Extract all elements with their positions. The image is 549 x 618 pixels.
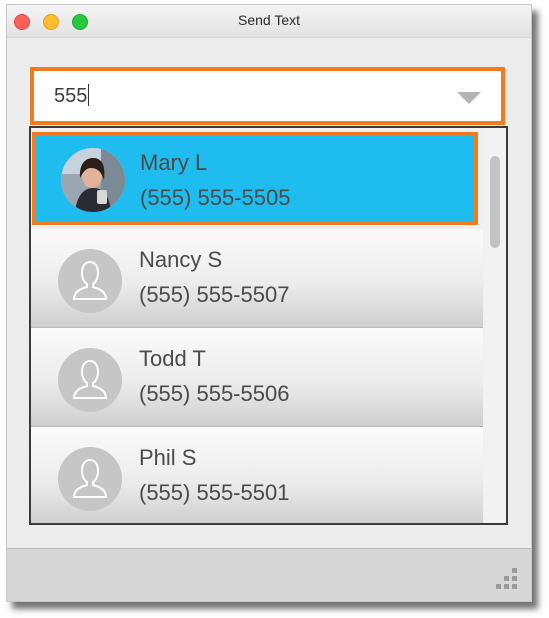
contact-name: Todd T [139, 346, 206, 371]
triangle-down-icon[interactable] [457, 92, 481, 104]
search-input[interactable]: 555 [54, 84, 90, 108]
person-placeholder-icon [58, 447, 122, 511]
contact-row-nancy-s[interactable]: Nancy S (555) 555-5507 [31, 229, 483, 328]
contact-phone: (555) 555-5507 [139, 282, 290, 307]
person-placeholder-icon [58, 249, 122, 313]
contact-row-phil-s[interactable]: Phil S (555) 555-5501 [31, 427, 483, 523]
resize-grip-icon[interactable] [495, 567, 519, 591]
contact-name: Mary L [140, 150, 208, 175]
window-footer [7, 548, 531, 601]
contact-phone: (555) 555-5506 [139, 381, 290, 406]
contact-photo-avatar [61, 148, 125, 212]
contact-phone: (555) 555-5505 [140, 185, 291, 210]
contact-row-mary-l[interactable]: Mary L (555) 555-5505 [32, 132, 478, 225]
scrollbar-thumb[interactable] [490, 156, 500, 248]
contact-row-todd-t[interactable]: Todd T (555) 555-5506 [31, 328, 483, 427]
send-text-window: Send Text 555 Mary L (555) 555-5505 Nanc… [6, 4, 532, 602]
contact-phone: (555) 555-5501 [139, 480, 290, 505]
contact-search-combobox[interactable]: 555 [30, 67, 505, 125]
text-cursor [88, 84, 90, 106]
contact-name: Phil S [139, 445, 197, 470]
contact-suggestion-list[interactable]: Mary L (555) 555-5505 Nancy S (555) 555-… [29, 126, 508, 525]
list-scrollbar[interactable] [484, 128, 506, 523]
title-bar[interactable]: Send Text [7, 5, 531, 38]
contact-name: Nancy S [139, 247, 223, 272]
person-placeholder-icon [58, 348, 122, 412]
window-title: Send Text [237, 12, 300, 28]
